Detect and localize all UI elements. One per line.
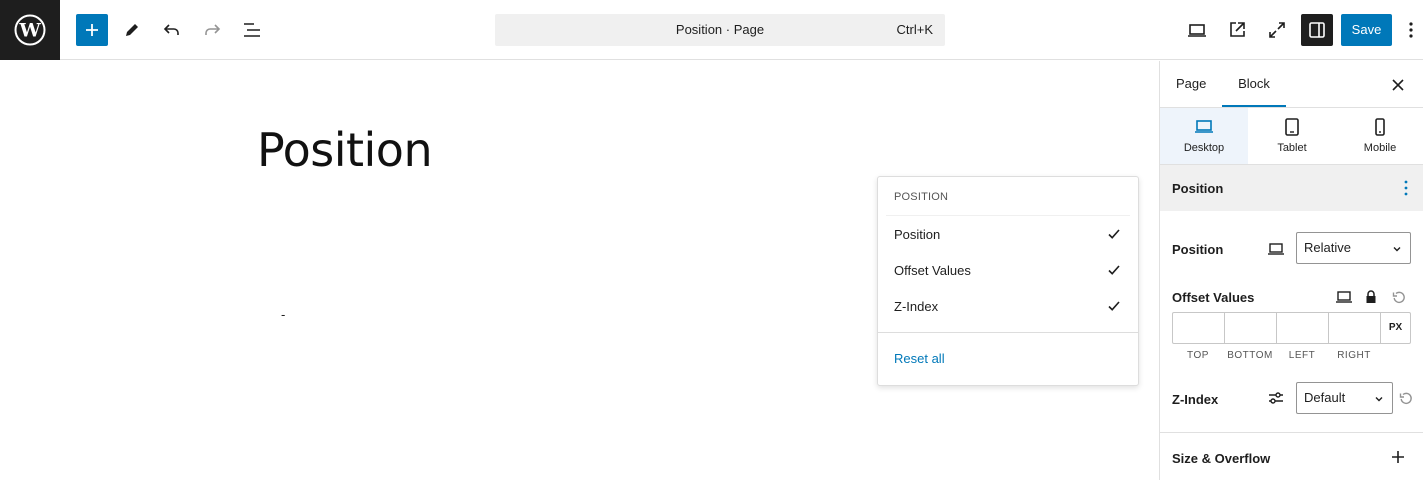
device-mobile-button[interactable]: Mobile — [1336, 108, 1423, 164]
z-index-label: Z-Index — [1172, 392, 1219, 407]
check-icon — [1108, 301, 1120, 311]
list-view-icon — [244, 23, 260, 37]
reset-icon — [1392, 291, 1405, 304]
desktop-icon — [1336, 291, 1352, 303]
view-page-button[interactable] — [1221, 14, 1253, 46]
tablet-icon — [1285, 118, 1299, 136]
plus-icon[interactable] — [1390, 449, 1406, 465]
reset-all-button[interactable]: Reset all — [894, 351, 945, 366]
top-toolbar: W Position · Page Ctrl+K Save — [0, 0, 1423, 60]
device-label: Mobile — [1363, 142, 1397, 154]
chevron-down-icon — [1393, 247, 1401, 252]
offset-inputs: PX — [1172, 312, 1411, 344]
preview-device-button[interactable] — [1181, 14, 1213, 46]
page-title[interactable]: Position — [257, 123, 433, 177]
unit-select[interactable]: PX — [1381, 313, 1410, 343]
position-label: Position — [1172, 242, 1224, 257]
wordpress-logo-button[interactable]: W — [0, 0, 60, 60]
menu-header-divider — [886, 215, 1130, 216]
options-button[interactable] — [1401, 14, 1421, 46]
check-icon — [1108, 265, 1120, 275]
device-label: Tablet — [1277, 142, 1307, 154]
close-sidebar-button[interactable] — [1388, 75, 1408, 95]
menu-item-label: Position — [894, 227, 941, 242]
position-panel-header[interactable]: Position — [1160, 165, 1423, 211]
offset-label-right: RIGHT — [1337, 350, 1371, 361]
size-overflow-label[interactable]: Size & Overflow — [1172, 451, 1270, 466]
responsive-toggle[interactable] — [1266, 239, 1286, 259]
document-title: Position · Page — [675, 22, 765, 37]
position-select-value: Relative — [1304, 240, 1351, 255]
menu-header: POSITION — [894, 191, 949, 203]
save-button[interactable]: Save — [1341, 14, 1392, 46]
desktop-icon — [1188, 24, 1206, 37]
command-palette-bar[interactable]: Position · Page Ctrl+K — [495, 14, 945, 46]
reset-offset-button[interactable] — [1389, 287, 1409, 307]
external-link-icon — [1230, 22, 1245, 37]
device-label: Desktop — [1183, 142, 1225, 154]
undo-icon — [163, 24, 179, 35]
more-vertical-icon — [1409, 22, 1413, 38]
fullscreen-icon — [1269, 22, 1285, 38]
document-overview-button[interactable] — [236, 14, 268, 46]
tab-page[interactable]: Page — [1176, 61, 1206, 107]
device-tablet-button[interactable]: Tablet — [1248, 108, 1336, 164]
z-index-controls-toggle[interactable] — [1266, 388, 1286, 408]
sidebar-icon — [1309, 22, 1325, 38]
mobile-icon — [1375, 118, 1385, 136]
device-switcher: Desktop Tablet Mobile — [1160, 108, 1423, 165]
panel-divider — [1160, 432, 1423, 433]
redo-icon — [205, 24, 221, 35]
settings-sidebar: Page Block Desktop Tablet Mobile Positio… — [1159, 61, 1423, 480]
offset-bottom-input[interactable] — [1225, 313, 1277, 343]
panel-title: Position — [1172, 181, 1224, 196]
menu-divider — [878, 332, 1138, 333]
redo-button[interactable] — [196, 14, 228, 46]
desktop-icon — [1195, 120, 1213, 133]
pencil-icon — [126, 24, 138, 36]
add-block-button[interactable] — [76, 14, 108, 46]
responsive-toggle[interactable] — [1334, 287, 1354, 307]
z-index-select-value: Default — [1304, 390, 1346, 405]
settings-toggle-button[interactable] — [1301, 14, 1333, 46]
offset-label-left: LEFT — [1288, 350, 1316, 361]
svg-text:W: W — [18, 20, 41, 42]
position-options-menu: POSITION Position Offset Values Z-Index … — [877, 176, 1139, 386]
offset-left-input[interactable] — [1277, 313, 1329, 343]
menu-item-offset-values[interactable]: Offset Values — [894, 261, 1122, 281]
position-select[interactable]: Relative — [1296, 232, 1411, 264]
tools-button[interactable] — [116, 14, 148, 46]
menu-item-label: Z-Index — [894, 299, 939, 314]
offset-values-label: Offset Values — [1172, 290, 1255, 305]
offset-top-input[interactable] — [1173, 313, 1225, 343]
fullscreen-button[interactable] — [1261, 14, 1293, 46]
desktop-icon — [1268, 243, 1284, 255]
sliders-icon — [1269, 392, 1283, 404]
close-icon — [1392, 79, 1404, 91]
reset-z-index-button[interactable] — [1396, 388, 1416, 408]
offset-label-top: TOP — [1187, 350, 1209, 361]
z-index-select[interactable]: Default — [1296, 382, 1393, 414]
offset-label-bottom: BOTTOM — [1227, 350, 1273, 361]
offset-right-input[interactable] — [1329, 313, 1381, 343]
undo-button[interactable] — [156, 14, 188, 46]
plus-icon — [86, 24, 98, 36]
menu-item-z-index[interactable]: Z-Index — [894, 297, 1122, 317]
check-icon — [1108, 229, 1120, 239]
reset-icon — [1399, 392, 1412, 405]
empty-block[interactable]: - — [281, 307, 285, 322]
offset-side-labels: TOP BOTTOM LEFT RIGHT — [1172, 350, 1380, 361]
menu-item-position[interactable]: Position — [894, 225, 1122, 245]
tab-block[interactable]: Block — [1222, 61, 1286, 107]
link-sides-button[interactable] — [1361, 287, 1381, 307]
chevron-down-icon — [1375, 397, 1383, 402]
menu-item-label: Offset Values — [894, 263, 971, 278]
wordpress-logo-icon: W — [14, 14, 46, 46]
keyboard-shortcut: Ctrl+K — [896, 22, 933, 37]
lock-icon — [1366, 290, 1376, 303]
device-desktop-button[interactable]: Desktop — [1160, 108, 1248, 164]
more-vertical-icon[interactable] — [1403, 180, 1409, 196]
